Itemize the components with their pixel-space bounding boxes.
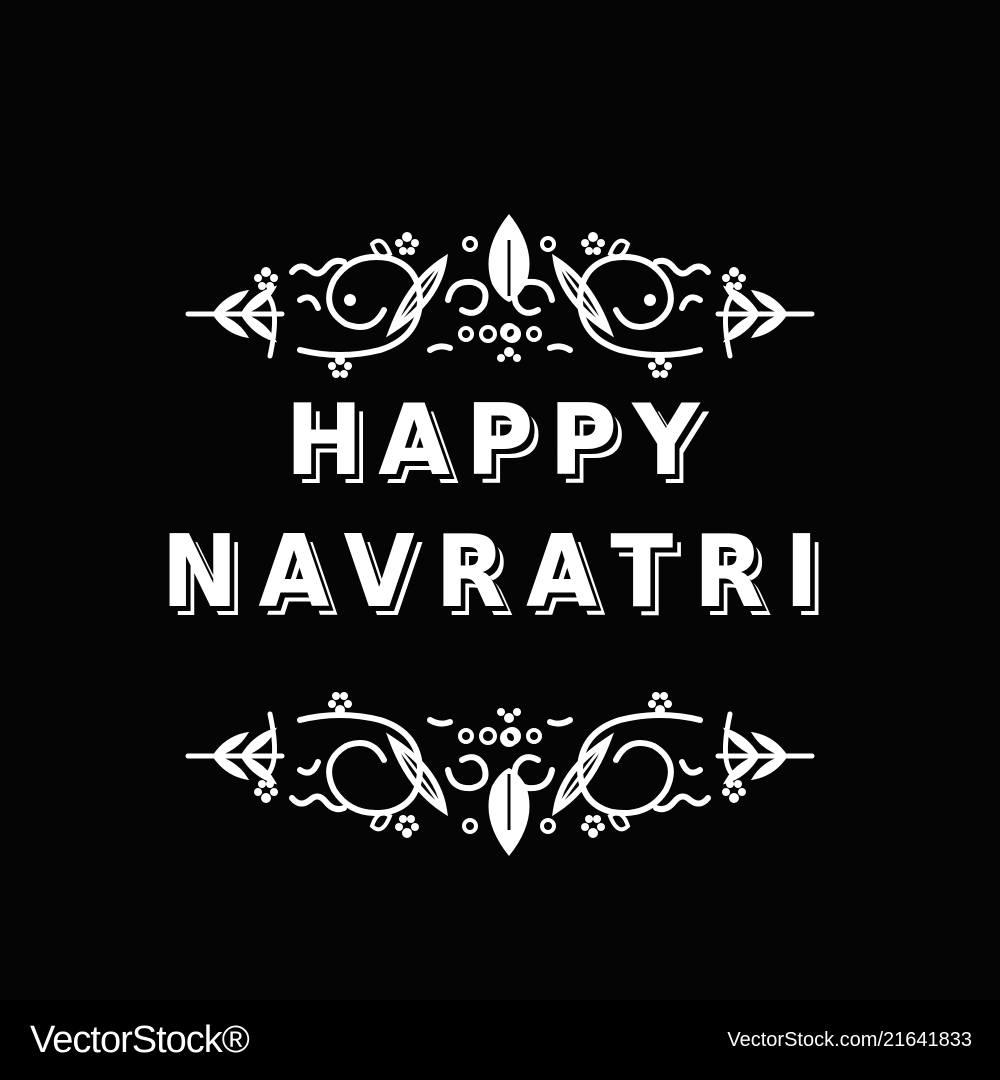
floral-ornament-icon — [185, 640, 1000, 856]
greeting-line-navratri: NAVRATRI — [161, 513, 839, 630]
greeting-line-happy: HAPPY — [285, 384, 715, 498]
watermark-bar: VectorStock® VectorStock.com/21641833 — [0, 1000, 1000, 1080]
watermark-image-id: VectorStock.com/21641833 — [727, 1028, 972, 1051]
watermark-logo: VectorStock® — [30, 1018, 250, 1061]
greeting-card: HAPPY NAVRATRI — [0, 0, 1000, 1000]
bottom-floral-ornament-icon — [0, 640, 1000, 870]
